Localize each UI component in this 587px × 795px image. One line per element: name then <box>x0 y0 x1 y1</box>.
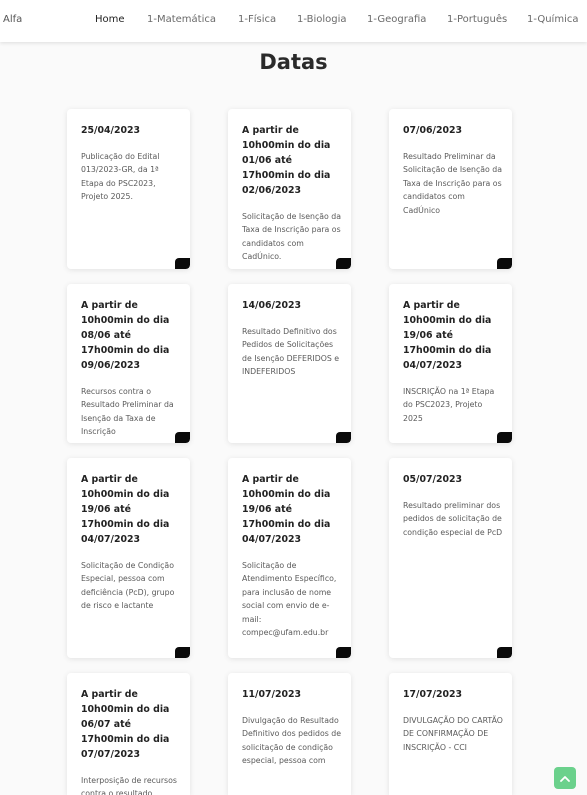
card-date: 25/04/2023 <box>81 125 141 136</box>
card-date: A partir de 10h00min do dia 19/06 até 17… <box>81 474 170 545</box>
card-description: Interposição de recursos contra o result… <box>81 776 177 795</box>
card-description: Solicitação de Isenção da Taxa de Inscri… <box>242 212 342 262</box>
card-corner-decoration <box>175 647 190 658</box>
nav-link-portugues[interactable]: 1-Português <box>447 14 507 25</box>
card-description: Solicitação de Atendimento Específico, p… <box>242 561 337 638</box>
card-date: 17/07/2023 <box>403 689 463 700</box>
card-corner-decoration <box>175 258 190 269</box>
card-description: Publicação do Edital 013/2023-GR, da 1ª … <box>81 152 160 202</box>
card-date: 05/07/2023 <box>403 474 463 485</box>
nav-link-quimica[interactable]: 1-Química <box>527 14 578 25</box>
card-description: Solicitação de Condição Especial, pessoa… <box>81 561 175 611</box>
card-corner-decoration <box>497 258 512 269</box>
scroll-to-top-button[interactable] <box>554 767 576 789</box>
card-description: Resultado preliminar dos pedidos de soli… <box>403 501 503 537</box>
top-navbar: Alfa Home 1-Matemática 1-Física 1-Biolog… <box>0 0 587 42</box>
nav-link-geografia[interactable]: 1-Geografia <box>367 14 426 25</box>
card-description: Resultado Preliminar da Solicitação de I… <box>403 152 503 215</box>
page-title: Datas <box>259 50 328 74</box>
card-date: A partir de 10h00min do dia 01/06 até 17… <box>242 125 331 196</box>
nav-link-matematica[interactable]: 1-Matemática <box>147 14 216 25</box>
date-card: 14/06/2023 Resultado Definitivo dos Pedi… <box>228 284 351 443</box>
date-card: 05/07/2023 Resultado preliminar dos pedi… <box>389 458 512 658</box>
card-date: 14/06/2023 <box>242 300 302 311</box>
date-card: A partir de 10h00min do dia 08/06 até 17… <box>67 284 190 443</box>
date-card: A partir de 10h00min do dia 19/06 até 17… <box>389 284 512 443</box>
card-date: 11/07/2023 <box>242 689 302 700</box>
date-card: A partir de 10h00min do dia 19/06 até 17… <box>228 458 351 658</box>
brand-logo[interactable]: Alfa <box>3 14 22 25</box>
nav-link-fisica[interactable]: 1-Física <box>238 14 276 25</box>
card-corner-decoration <box>175 432 190 443</box>
card-corner-decoration <box>336 258 351 269</box>
date-card: 17/07/2023 DIVULGAÇÃO DO CARTÃO DE CONFI… <box>389 673 512 795</box>
date-card: A partir de 10h00min do dia 19/06 até 17… <box>67 458 190 658</box>
card-description: DIVULGAÇÃO DO CARTÃO DE CONFIRMAÇÃO DE I… <box>403 716 503 752</box>
date-card: 07/06/2023 Resultado Preliminar da Solic… <box>389 109 512 269</box>
card-date: A partir de 10h00min do dia 08/06 até 17… <box>81 300 170 371</box>
date-card: A partir de 10h00min do dia 01/06 até 17… <box>228 109 351 269</box>
card-corner-decoration <box>336 647 351 658</box>
nav-link-home[interactable]: Home <box>95 14 125 25</box>
card-corner-decoration <box>336 432 351 443</box>
card-corner-decoration <box>497 647 512 658</box>
card-description: Recursos contra o Resultado Preliminar d… <box>81 387 174 437</box>
date-card: 25/04/2023 Publicação do Edital 013/2023… <box>67 109 190 269</box>
card-corner-decoration <box>497 432 512 443</box>
card-date: A partir de 10h00min do dia 19/06 até 17… <box>242 474 331 545</box>
card-description: Resultado Definitivo dos Pedidos de Soli… <box>242 327 340 377</box>
card-description: Divulgação do Resultado Definitivo dos p… <box>242 716 342 766</box>
chevron-up-icon <box>560 775 570 782</box>
card-date: A partir de 10h00min do dia 06/07 até 17… <box>81 689 170 760</box>
card-date: A partir de 10h00min do dia 19/06 até 17… <box>403 300 492 371</box>
date-card: A partir de 10h00min do dia 06/07 até 17… <box>67 673 190 795</box>
date-card: 11/07/2023 Divulgação do Resultado Defin… <box>228 673 351 795</box>
card-description: INSCRIÇÃO na 1ª Etapa do PSC2023, Projet… <box>403 387 495 423</box>
card-date: 07/06/2023 <box>403 125 463 136</box>
nav-link-biologia[interactable]: 1-Biologia <box>297 14 347 25</box>
